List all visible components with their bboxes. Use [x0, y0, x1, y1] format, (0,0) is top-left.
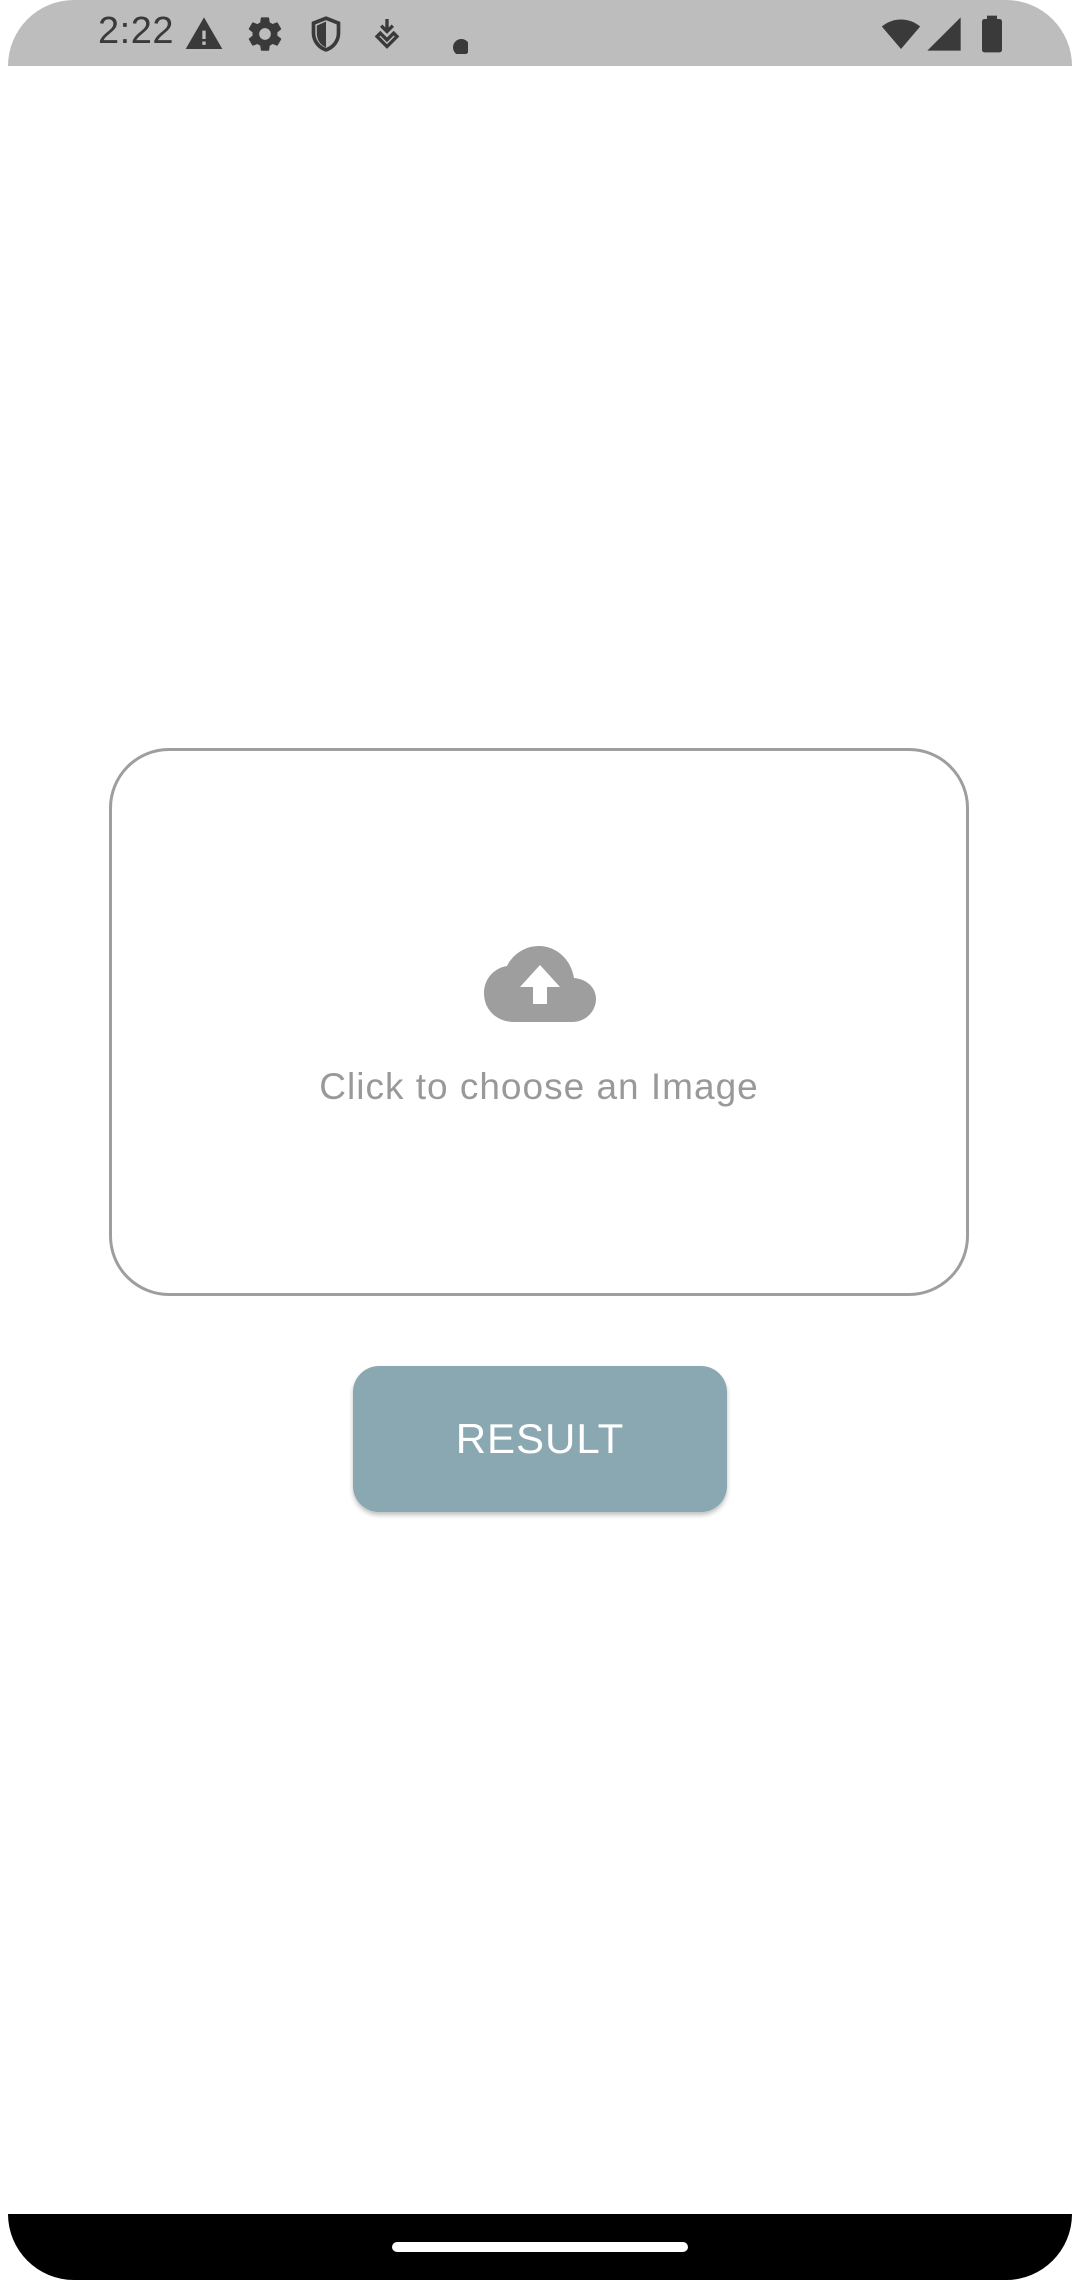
signal-icon [924, 14, 964, 54]
dot-icon [428, 14, 468, 54]
settings-icon [245, 14, 285, 54]
battery-icon [976, 14, 1008, 54]
wifi-icon [878, 14, 924, 54]
result-button[interactable]: RESULT [353, 1366, 727, 1512]
result-button-label: RESULT [455, 1415, 625, 1462]
download-icon [367, 14, 407, 54]
warning-icon [184, 14, 224, 54]
status-time: 2:22 [98, 10, 174, 52]
cloud-upload-icon[interactable] [484, 944, 596, 1024]
upload-label[interactable]: Click to choose an Image [109, 1066, 969, 1108]
app-screen: 2:22 Click to choose an Image RESULT [0, 0, 1080, 2280]
home-indicator[interactable] [392, 2242, 688, 2252]
shield-icon [306, 14, 346, 54]
